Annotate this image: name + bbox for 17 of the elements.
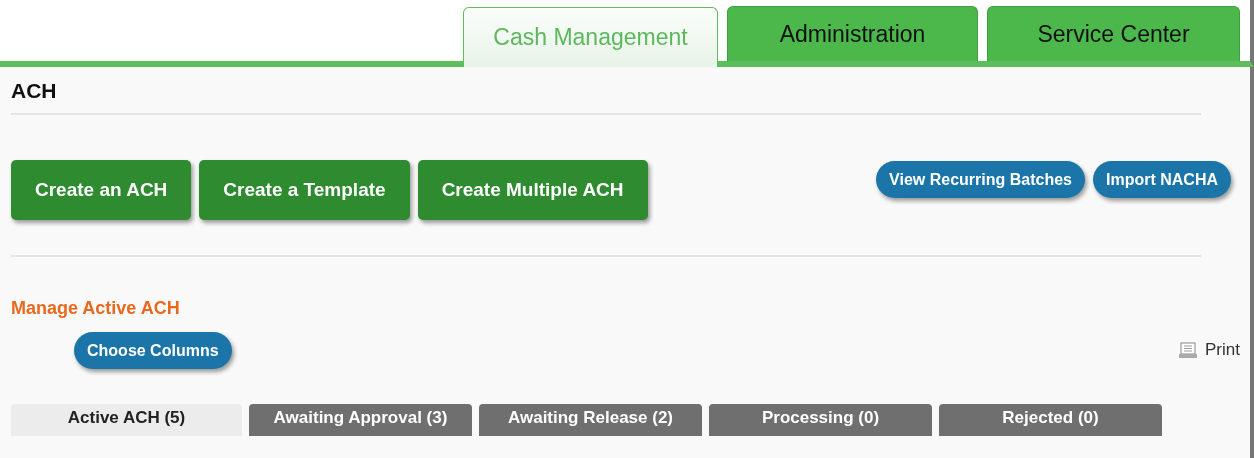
choose-columns-button[interactable]: Choose Columns <box>74 332 232 369</box>
action-button[interactable]: Create Multiple ACH <box>417 160 648 220</box>
action-button[interactable]: Create a Template <box>199 160 410 220</box>
status-tab[interactable]: Rejected (0) <box>939 404 1162 436</box>
status-tab[interactable]: Awaiting Release (2) <box>479 404 702 436</box>
nav-tab[interactable]: Administration <box>727 6 978 61</box>
status-tab[interactable]: Active ACH (5) <box>11 404 242 436</box>
nav-tab[interactable]: Service Center <box>987 6 1240 61</box>
page-title: ACH <box>11 78 58 104</box>
action-button[interactable]: Create an ACH <box>11 160 192 220</box>
section-title: Manage Active ACH <box>11 298 181 320</box>
print-link[interactable]: Print <box>1205 340 1240 360</box>
printer-icon <box>1179 342 1198 358</box>
status-tab[interactable]: Processing (0) <box>709 404 932 436</box>
status-tab[interactable]: Awaiting Approval (3) <box>249 404 472 436</box>
action-button[interactable]: View Recurring Batches <box>876 161 1085 198</box>
action-button[interactable]: Import NACHA <box>1093 161 1231 198</box>
